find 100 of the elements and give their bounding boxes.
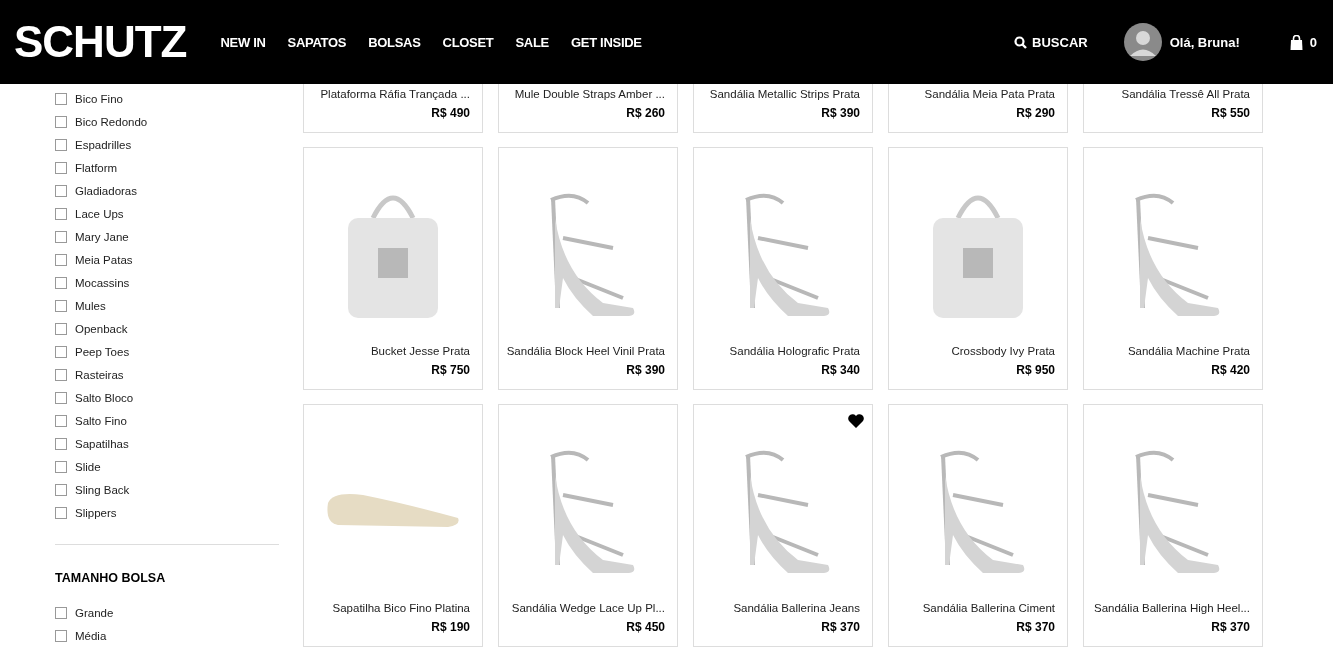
checkbox[interactable] (55, 299, 67, 312)
product-card[interactable]: Sandália Metallic Strips Prata R$ 390 (693, 84, 873, 133)
avatar-icon[interactable] (1123, 23, 1162, 61)
product-card[interactable]: Mule Double Straps Amber ... R$ 260 (498, 84, 678, 133)
product-card[interactable]: Sandália Ballerina High Heel... R$ 370 (1083, 404, 1263, 647)
product-name: Sapatilha Bico Fino Platina (332, 602, 470, 614)
product-card[interactable]: Plataforma Ráfia Trançada ... R$ 490 (303, 84, 483, 133)
filter-option[interactable]: Grande (75, 606, 114, 619)
product-price: R$ 260 (626, 106, 665, 120)
nav-link[interactable]: CLOSET (442, 34, 494, 50)
filter-option[interactable]: Bico Redondo (75, 115, 148, 128)
checkbox[interactable] (55, 184, 67, 197)
filter-option[interactable]: Slippers (75, 506, 117, 519)
filter-option[interactable]: Salto Fino (75, 414, 127, 427)
filter-option[interactable]: Bico Fino (75, 92, 123, 105)
filter-option[interactable]: Openback (75, 322, 128, 335)
checkbox[interactable] (55, 391, 67, 404)
checkbox[interactable] (55, 92, 67, 105)
filter-heading: TAMANHO BOLSA (55, 571, 167, 585)
product-name: Mule Double Straps Amber ... (514, 88, 665, 100)
filter-option[interactable]: Mules (75, 299, 106, 312)
user-greeting[interactable]: Olá, Bruna! (1169, 34, 1240, 50)
product-price: R$ 190 (431, 620, 470, 634)
search-icon (1014, 35, 1028, 49)
filter-option[interactable]: Sling Back (75, 483, 130, 496)
product-name: Plataforma Ráfia Trançada ... (320, 88, 470, 100)
checkbox[interactable] (55, 460, 67, 473)
product-name: Sandália Metallic Strips Prata (709, 88, 860, 100)
product-name: Sandália Ballerina Ciment (922, 602, 1055, 614)
product-name: Crossbody Ivy Prata (951, 345, 1055, 357)
product-price: R$ 290 (1016, 106, 1055, 120)
product-name: Sandália Ballerina Jeans (733, 602, 860, 614)
filter-option[interactable]: Mocassins (75, 276, 130, 289)
nav-link[interactable]: BOLSAS (368, 34, 421, 50)
product-price: R$ 420 (1211, 363, 1250, 377)
filter-option[interactable]: Meia Patas (75, 253, 133, 266)
product-price: R$ 370 (821, 620, 860, 634)
cart-link[interactable]: 0 (1289, 34, 1317, 50)
filter-option[interactable]: Gladiadoras (75, 184, 137, 197)
product-card[interactable]: Sandália Ballerina Jeans R$ 370 (693, 404, 873, 647)
nav-link[interactable]: NEW IN (220, 34, 266, 50)
checkbox[interactable] (55, 207, 67, 220)
product-card[interactable]: Sandália Ballerina Ciment R$ 370 (888, 404, 1068, 647)
checkbox[interactable] (55, 437, 67, 450)
product-card[interactable]: Sandália Meia Pata Prata R$ 290 (888, 84, 1068, 133)
product-price: R$ 390 (821, 106, 860, 120)
product-name: Sandália Tressê All Prata (1121, 88, 1250, 100)
filter-option[interactable]: Média (75, 629, 107, 642)
product-name: Sandália Holografic Prata (729, 345, 860, 357)
checkbox[interactable] (55, 115, 67, 128)
product-card[interactable]: Sandália Machine Prata R$ 420 (1083, 147, 1263, 390)
filter-option[interactable]: Peep Toes (75, 345, 130, 358)
product-card[interactable]: Sandália Wedge Lace Up Pl... R$ 450 (498, 404, 678, 647)
checkbox[interactable] (55, 322, 67, 335)
checkbox[interactable] (55, 506, 67, 519)
checkbox[interactable] (55, 253, 67, 266)
filter-option[interactable]: Flatform (75, 161, 118, 174)
product-card[interactable]: Bucket Jesse Prata R$ 750 (303, 147, 483, 390)
nav-link[interactable]: SAPATOS (287, 34, 347, 50)
product-card[interactable]: Sandália Tressê All Prata R$ 550 (1083, 84, 1263, 133)
checkbox[interactable] (55, 276, 67, 289)
product-card[interactable]: Sandália Block Heel Vinil Prata R$ 390 (498, 147, 678, 390)
filter-option[interactable]: Sapatilhas (75, 437, 129, 450)
product-price: R$ 950 (1016, 363, 1055, 377)
checkbox[interactable] (55, 606, 67, 619)
checkbox[interactable] (55, 414, 67, 427)
checkbox[interactable] (55, 345, 67, 358)
product-name: Sandália Block Heel Vinil Prata (506, 345, 665, 357)
product-name: Sandália Wedge Lace Up Pl... (511, 602, 665, 614)
filter-option[interactable]: Rasteiras (75, 368, 124, 381)
checkbox[interactable] (55, 230, 67, 243)
filter-option[interactable]: Espadrilles (75, 138, 132, 151)
product-price: R$ 450 (626, 620, 665, 634)
product-name: Sandália Machine Prata (1127, 345, 1250, 357)
product-card[interactable]: Crossbody Ivy Prata R$ 950 (888, 147, 1068, 390)
checkbox[interactable] (55, 161, 67, 174)
checkbox[interactable] (55, 368, 67, 381)
product-price: R$ 490 (431, 106, 470, 120)
checkbox[interactable] (55, 629, 67, 642)
filter-option[interactable]: Mary Jane (75, 230, 129, 243)
product-name: Sandália Meia Pata Prata (924, 88, 1055, 100)
product-card[interactable]: Sapatilha Bico Fino Platina R$ 190 (303, 404, 483, 647)
nav-link[interactable]: GET INSIDE (570, 34, 642, 50)
filter-option[interactable]: Slide (75, 460, 101, 473)
product-price: R$ 390 (626, 363, 665, 377)
product-price: R$ 750 (431, 363, 470, 377)
heart-icon[interactable] (847, 413, 865, 429)
product-name: Sandália Ballerina High Heel... (1094, 602, 1250, 614)
product-name: Bucket Jesse Prata (370, 345, 470, 357)
filter-option[interactable]: Lace Ups (75, 207, 124, 220)
search-link[interactable]: BUSCAR (1014, 34, 1088, 50)
filter-option[interactable]: Salto Bloco (75, 391, 134, 404)
checkbox[interactable] (55, 138, 67, 151)
checkbox[interactable] (55, 483, 67, 496)
product-card[interactable]: Sandália Holografic Prata R$ 340 (693, 147, 873, 390)
shopping-bag-icon (1289, 34, 1303, 50)
product-price: R$ 370 (1211, 620, 1250, 634)
product-price: R$ 340 (821, 363, 860, 377)
brand-logo[interactable]: SCHUTZ (14, 16, 187, 68)
nav-link[interactable]: SALE (515, 34, 549, 50)
